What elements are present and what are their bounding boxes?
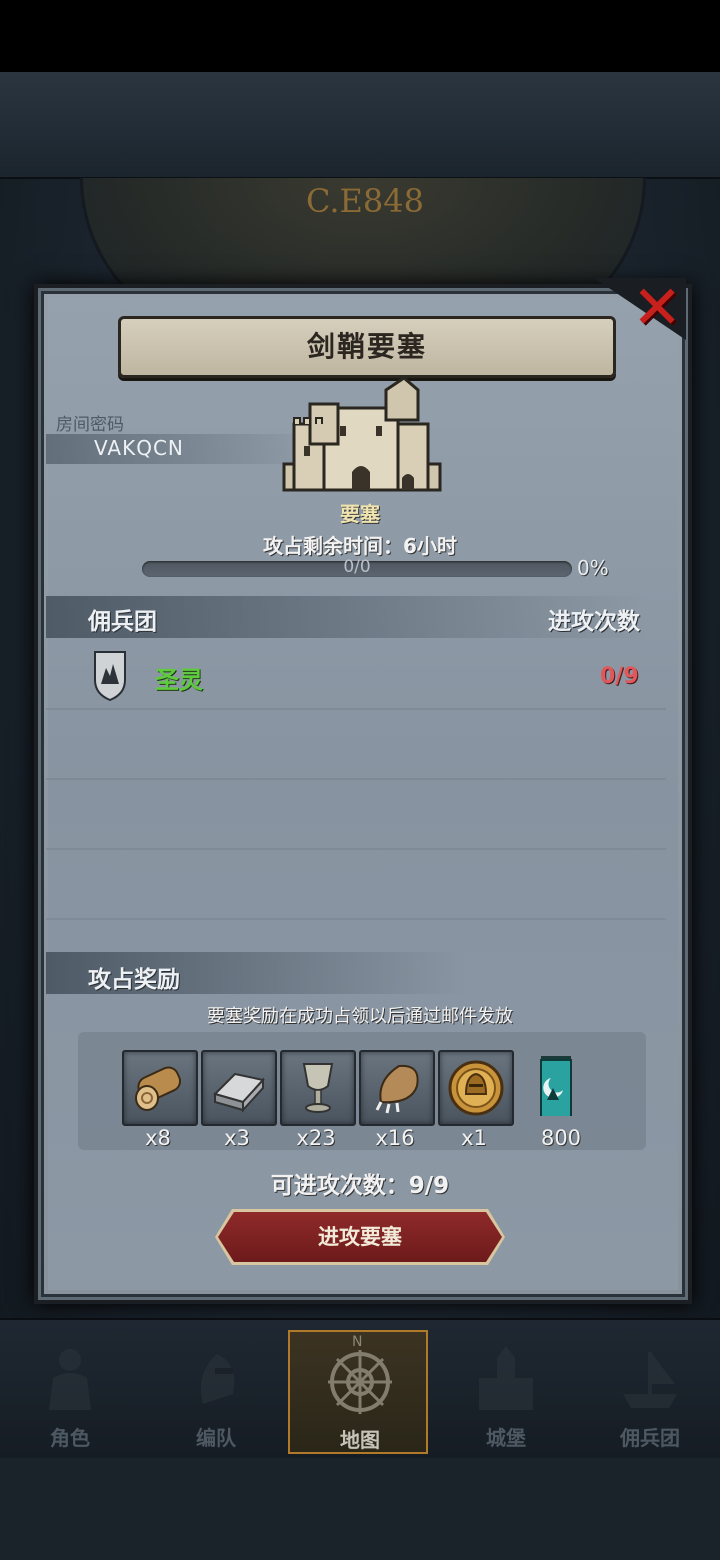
attack-count-header: 进攻次数	[548, 609, 640, 635]
row-divider	[46, 708, 666, 710]
reward-slot[interactable]	[438, 1050, 514, 1126]
nav-item-castle[interactable]: 城堡	[436, 1330, 576, 1454]
nav-label: 编队	[196, 1426, 236, 1450]
room-code-value[interactable]: VAKQCN	[94, 436, 184, 460]
reward-qty: x3	[224, 1126, 250, 1150]
reward-qty: x23	[296, 1126, 336, 1150]
castle-icon	[479, 1346, 533, 1410]
reward-slot[interactable]	[517, 1050, 589, 1122]
mercenary-header: 佣兵团	[88, 609, 157, 635]
claw-icon	[375, 1064, 419, 1114]
reward-slot[interactable]	[280, 1050, 356, 1126]
reward-slot[interactable]	[122, 1050, 198, 1126]
guild-banner-icon	[540, 1056, 572, 1116]
nav-item-character[interactable]: 角色	[0, 1330, 140, 1454]
bottom-nav-footer	[0, 1458, 720, 1560]
reward-slot[interactable]	[201, 1050, 277, 1126]
nav-item-formation[interactable]: 编队	[146, 1330, 286, 1454]
goblet-icon	[302, 1063, 334, 1113]
nav-label: 佣兵团	[620, 1426, 680, 1450]
fortress-type: 要塞	[340, 502, 380, 526]
north-marker: N	[352, 1334, 363, 1350]
capture-time-remaining: 攻占剩余时间：6小时	[263, 534, 457, 558]
nav-item-mercenary[interactable]: 佣兵团	[580, 1330, 720, 1454]
reward-qty: x1	[461, 1126, 487, 1150]
era-label: C.E848	[306, 182, 424, 220]
reward-header: 攻占奖励	[88, 967, 180, 993]
nav-label: 城堡	[486, 1426, 526, 1450]
dialog-title: 剑鞘要塞	[118, 316, 616, 378]
reward-note: 要塞奖励在成功占领以后通过邮件发放	[207, 1006, 513, 1027]
formation-icon	[200, 1354, 235, 1404]
guild-emblem-icon	[94, 651, 126, 702]
wood-log-icon	[135, 1066, 182, 1111]
nav-label: 地图	[340, 1428, 380, 1452]
status-bar	[0, 0, 720, 72]
fortress-icon	[282, 376, 442, 492]
reward-qty: x8	[145, 1126, 171, 1150]
iron-ingot-icon	[213, 1072, 265, 1113]
remaining-attacks: 可进攻次数：9/9	[270, 1173, 450, 1199]
capture-progress-percent: 0%	[577, 556, 609, 580]
attack-fortress-label: 进攻要塞	[318, 1225, 402, 1249]
gold-helmet-coin-icon	[448, 1060, 504, 1116]
top-header-bar	[0, 72, 720, 179]
guild-name: 圣灵	[155, 666, 203, 694]
reward-qty: x16	[375, 1126, 415, 1150]
row-divider	[46, 778, 666, 780]
nav-label: 角色	[50, 1426, 90, 1450]
reward-slot[interactable]	[359, 1050, 435, 1126]
character-icon	[49, 1349, 91, 1410]
map-compass-icon	[328, 1350, 392, 1414]
attack-fortress-button[interactable]: 进攻要塞	[215, 1209, 505, 1265]
row-divider	[46, 848, 666, 850]
room-code-label: 房间密码	[56, 415, 124, 435]
reward-qty: 800	[540, 1126, 582, 1150]
close-icon[interactable]: ✕	[632, 276, 682, 340]
mercenary-ship-icon	[623, 1352, 677, 1408]
capture-progress-text: 0/0	[343, 557, 371, 577]
row-divider	[46, 918, 666, 920]
guild-attack-count: 0/9	[600, 664, 639, 689]
